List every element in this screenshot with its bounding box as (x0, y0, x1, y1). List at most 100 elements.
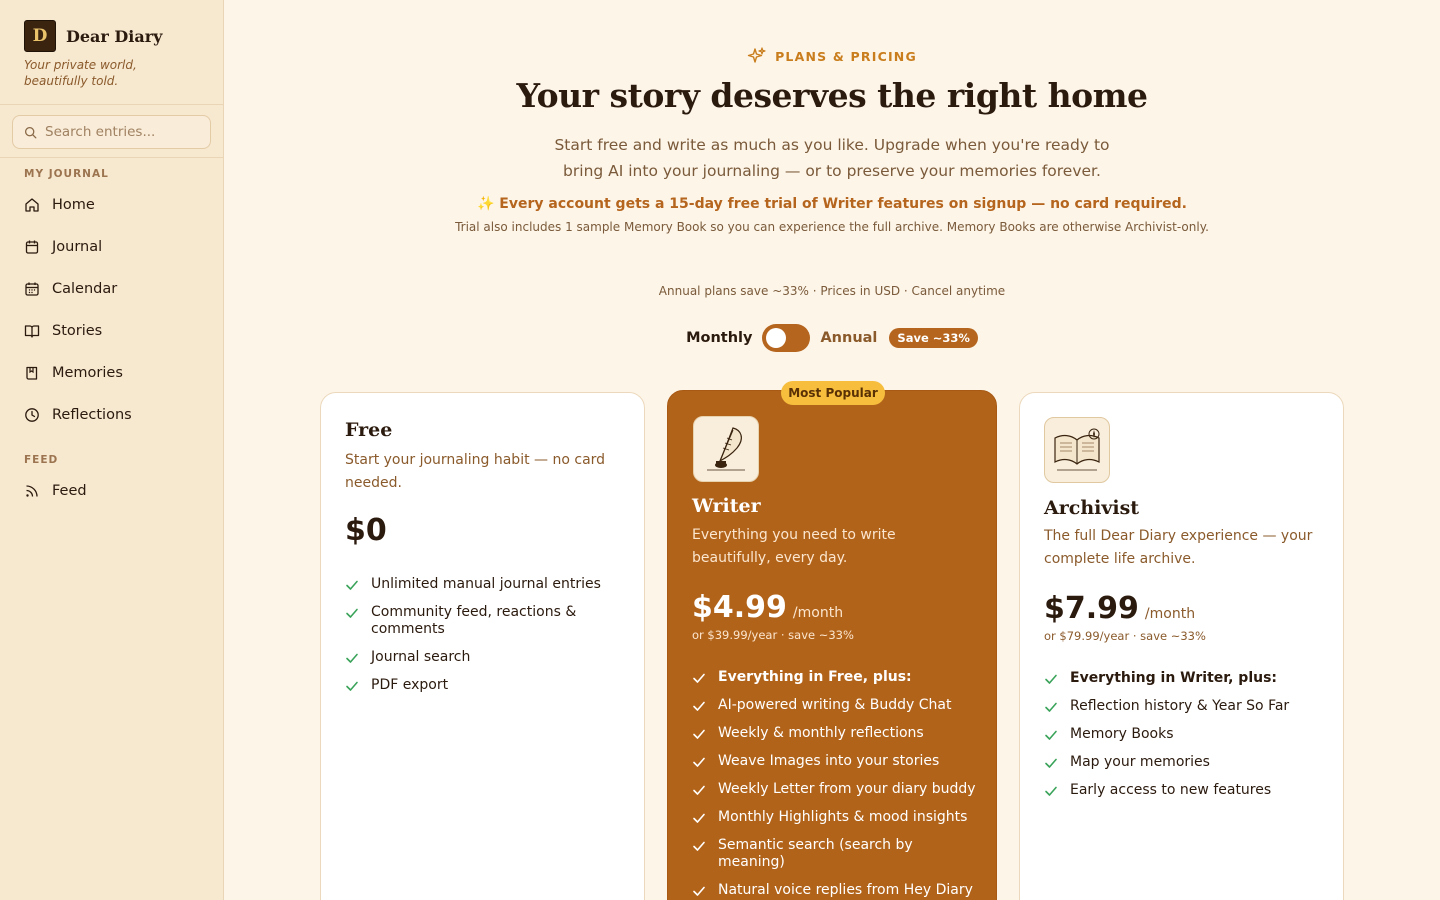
feature-label: Reflection history & Year So Far (1070, 698, 1290, 714)
sidebar-item-journal[interactable]: Journal (0, 226, 223, 268)
sidebar-item-home[interactable]: Home (0, 184, 223, 226)
app-name: Dear Diary (66, 26, 163, 46)
sidebar-item-stories[interactable]: Stories (0, 310, 223, 352)
feature-label: Monthly Highlights & mood insights (718, 809, 968, 825)
feature-list: Unlimited manual journal entries Communit… (345, 576, 630, 705)
check-icon (693, 886, 705, 896)
sidebar-item-reflections[interactable]: Reflections (0, 394, 223, 436)
check-icon (346, 681, 358, 691)
book-open-icon (24, 325, 40, 338)
feature-item: Everything in Free, plus: (692, 669, 977, 686)
plan-name: Archivist (1044, 497, 1140, 519)
feature-label: Journal search (371, 649, 471, 665)
billing-monthly-label[interactable]: Monthly (686, 330, 752, 346)
sidebar-item-label: Journal (52, 239, 103, 255)
plan-card-archivist: Archivist The full Dear Diary experience… (1019, 392, 1344, 900)
page-title: Your story deserves the right home (516, 76, 1148, 115)
sidebar-item-label: Feed (52, 483, 87, 499)
annual-price-note: or $39.99/year · save ~33% (692, 628, 854, 642)
feature-item: Weekly & monthly reflections (692, 725, 977, 742)
brand-row[interactable]: D Dear Diary (24, 20, 199, 52)
feature-item: Memory Books (1044, 726, 1329, 743)
check-icon (1045, 730, 1057, 740)
plan-card-free: Free Start your journaling habit — no ca… (320, 392, 645, 900)
eyebrow-label: PLANS & PRICING (775, 48, 917, 64)
plan-description: Start your journaling habit — no card ne… (345, 452, 606, 491)
trial-banner: ✨ Every account gets a 15-day free trial… (477, 196, 1187, 212)
feature-label: Everything in Writer, plus: (1070, 670, 1278, 686)
check-icon (346, 580, 358, 590)
sidebar-item-label: Memories (52, 365, 123, 381)
plan-price: $0 (345, 513, 387, 548)
search-input[interactable] (45, 124, 195, 140)
feature-label: PDF export (371, 677, 449, 693)
calendar-icon (25, 282, 39, 296)
feature-label: Weave Images into your stories (718, 753, 940, 769)
feature-label: Unlimited manual journal entries (371, 576, 601, 592)
page-subtitle: Start free and write as much as you like… (554, 136, 1110, 180)
billing-annual-label[interactable]: Annual (820, 330, 877, 346)
check-icon (1045, 674, 1057, 684)
clock-icon (25, 408, 39, 422)
sidebar-item-memories[interactable]: Memories (0, 352, 223, 394)
price-period: /month (792, 605, 844, 621)
check-icon (346, 608, 358, 618)
feature-item: Everything in Writer, plus: (1044, 670, 1329, 687)
feature-item: Monthly Highlights & mood insights (692, 809, 977, 826)
feature-list: Everything in Writer, plus: Reflection hi… (1044, 670, 1329, 810)
feature-item: Reflection history & Year So Far (1044, 698, 1329, 715)
check-icon (693, 785, 705, 795)
rss-icon (26, 485, 38, 497)
sidebar-item-label: Stories (52, 323, 103, 339)
check-icon (693, 701, 705, 711)
billing-toggle: Monthly Annual Save ~33% (224, 324, 1440, 352)
check-icon (346, 653, 358, 663)
app-logo: D (24, 20, 56, 52)
notebook-icon (25, 240, 39, 254)
plan-card-writer: Most Popular Writer Everything you need … (667, 381, 997, 900)
search-box[interactable] (12, 115, 211, 149)
sidebar-item-label: Calendar (52, 281, 118, 297)
feature-label: Memory Books (1070, 726, 1174, 742)
sparkles-icon (747, 47, 766, 63)
feature-item: Weekly Letter from your diary buddy (692, 781, 977, 798)
sidebar-item-calendar[interactable]: Calendar (0, 268, 223, 310)
annual-price-note: or $79.99/year · save ~33% (1044, 629, 1206, 643)
feature-label: Weekly Letter from your diary buddy (718, 781, 976, 797)
price-row: $4.99 /month (692, 590, 843, 625)
check-icon (693, 729, 705, 739)
feature-label: Everything in Free, plus: (718, 669, 912, 685)
feature-item: PDF export (345, 677, 630, 694)
check-icon (693, 757, 705, 767)
sidebar-item-feed[interactable]: Feed (0, 470, 223, 512)
eyebrow: PLANS & PRICING (224, 46, 1440, 66)
feature-item: AI-powered writing & Buddy Chat (692, 697, 977, 714)
sidebar-item-label: Reflections (52, 407, 132, 423)
billing-period-switch[interactable] (762, 324, 811, 352)
price-row: $7.99 /month (1044, 591, 1195, 626)
plan-price: $7.99 (1044, 591, 1139, 626)
nav-section-label-journal: MY JOURNAL (24, 168, 109, 180)
feature-item: Weave Images into your stories (692, 753, 977, 770)
feature-item: Semantic search (search by meaning) (692, 837, 977, 871)
plan-description: The full Dear Diary experience — your co… (1044, 528, 1313, 567)
quill-inkwell-icon (693, 416, 759, 482)
sidebar-item-label: Home (52, 197, 95, 213)
switch-knob (766, 328, 787, 348)
app-tagline: Your private world, beautifully told. (24, 58, 137, 88)
feature-item: Journal search (345, 649, 630, 666)
check-icon (1045, 786, 1057, 796)
plan-price: $4.99 (692, 590, 787, 625)
most-popular-badge: Most Popular (781, 381, 885, 405)
plan-description: Everything you need to write beautifully… (692, 527, 896, 566)
check-icon (1045, 702, 1057, 712)
check-icon (693, 813, 705, 823)
feature-item: Early access to new features (1044, 782, 1329, 799)
feature-item: Map your memories (1044, 754, 1329, 771)
fine-print: Annual plans save ~33% · Prices in USD ·… (658, 284, 1006, 298)
trial-note: Trial also includes 1 sample Memory Book… (455, 220, 1209, 234)
bookmark-book-icon (26, 366, 38, 380)
open-book-icon (1044, 417, 1110, 483)
feature-item: Unlimited manual journal entries (345, 576, 630, 593)
sidebar: D Dear Diary Your private world, beautif… (0, 0, 224, 900)
